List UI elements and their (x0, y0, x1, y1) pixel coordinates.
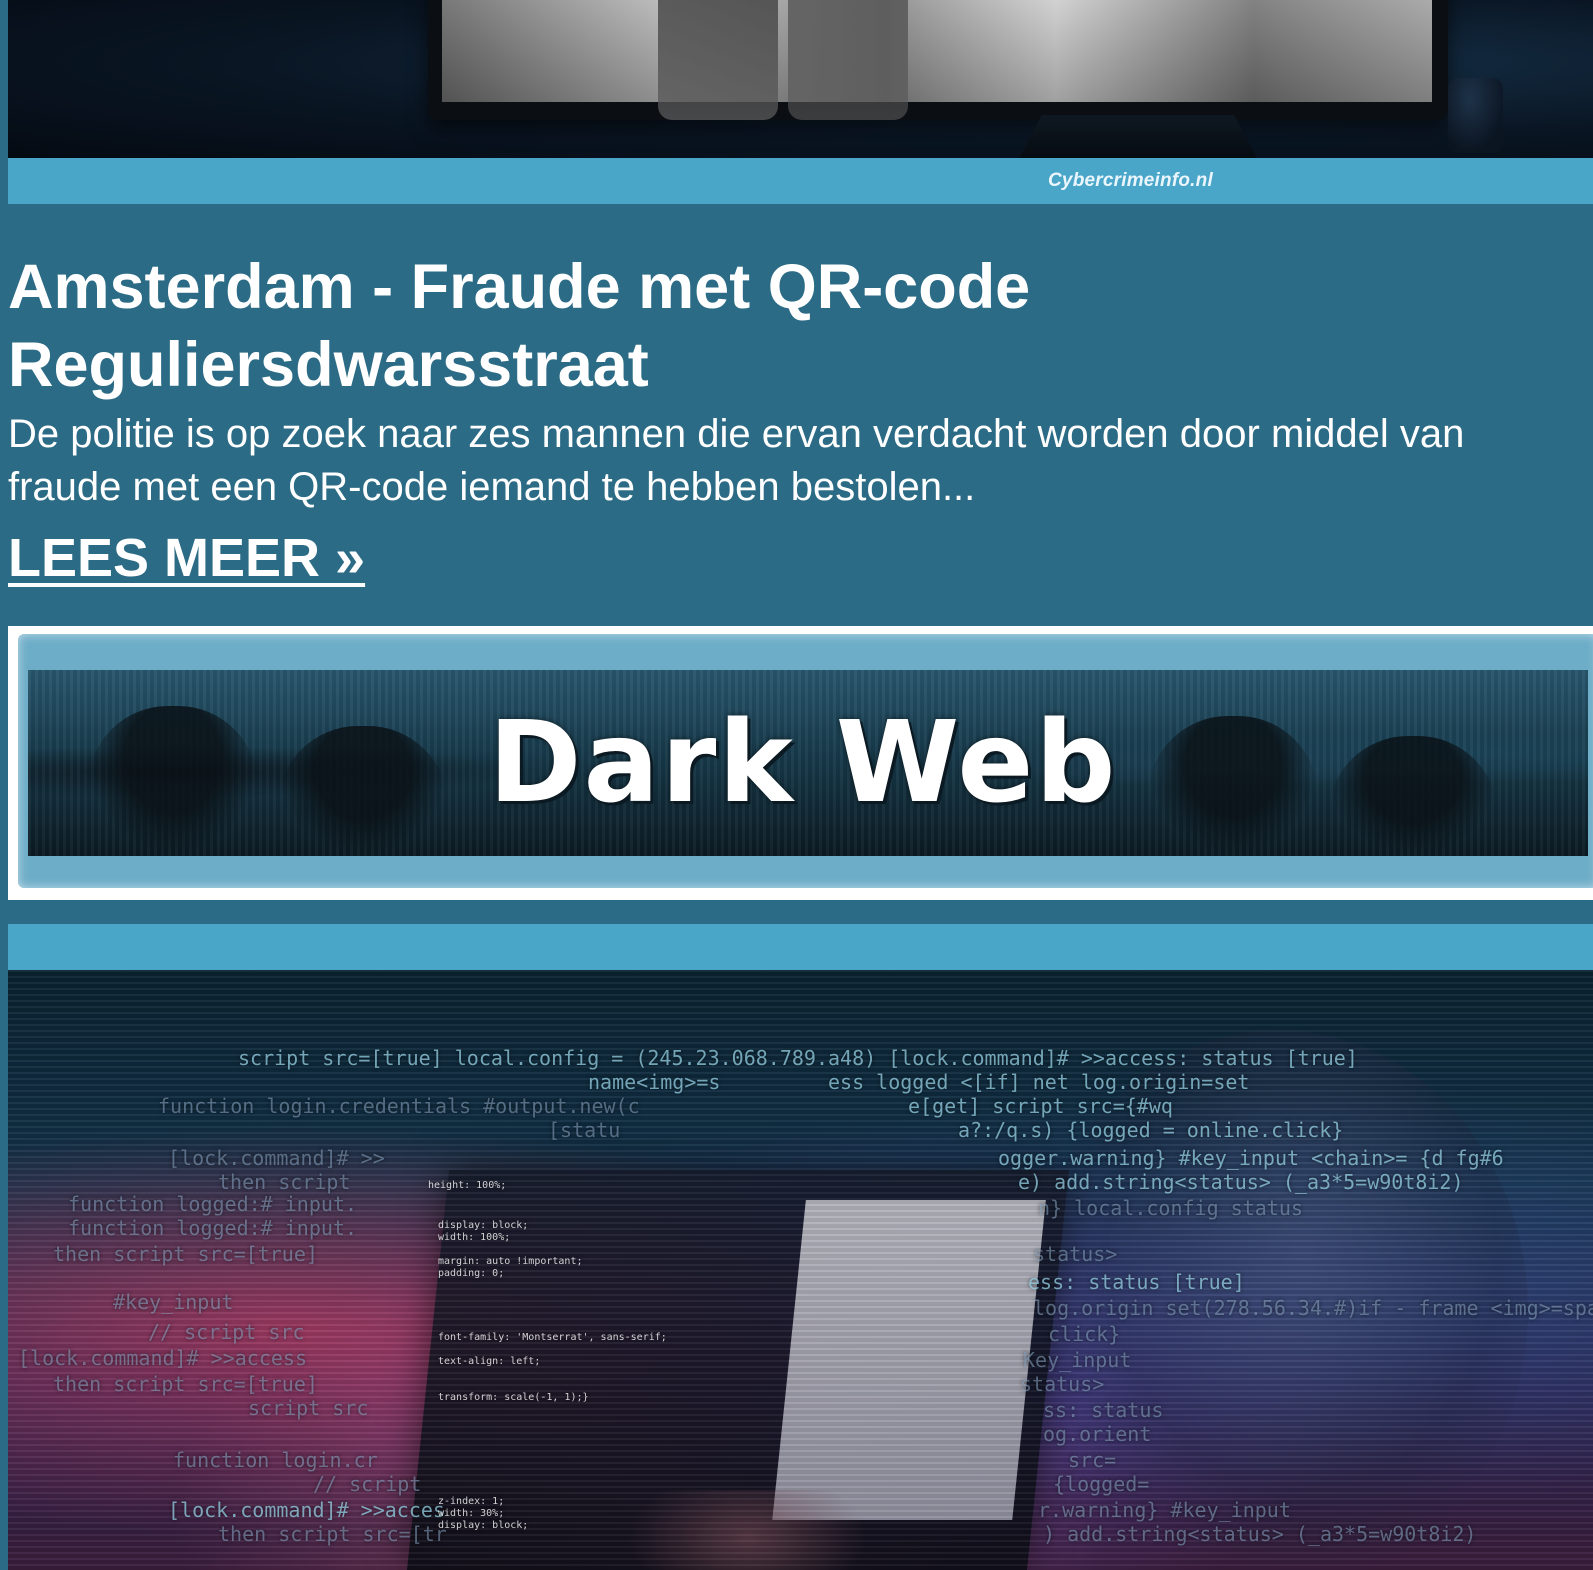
article-title[interactable]: Amsterdam - Fraude met QR-code Reguliers… (8, 248, 1128, 404)
code-line: [lock.command]# >>access (18, 1346, 307, 1370)
code-line: n} local.config status (1038, 1196, 1303, 1220)
code-line: // script src (148, 1320, 305, 1344)
code-line: ogger.warning} #key_input <chain>= {d fg… (998, 1146, 1504, 1170)
css-line: width: 100%; (438, 1232, 511, 1243)
code-line: log.origin set(278.56.34.#)if - frame <i… (1033, 1296, 1593, 1320)
code-line: then script src=[true] (53, 1242, 318, 1266)
code-line: function logged:# input. (68, 1216, 357, 1240)
code-line: script src (248, 1396, 369, 1420)
code-line: then script (218, 1170, 351, 1194)
hero-figure-legs (788, 0, 908, 120)
hero-monitor (428, 0, 1448, 120)
code-line: src= (1068, 1448, 1117, 1472)
code-line: name<img>=s (588, 1070, 721, 1094)
bottom-caption-bar (8, 924, 1593, 970)
code-line: status> (1020, 1372, 1105, 1396)
css-line: display: block; (438, 1220, 529, 1231)
code-line: e) add.string<status> (_a3*5=w90t8i2) (1018, 1170, 1464, 1194)
code-line: a?:/q.s) {logged = online.click} (958, 1118, 1344, 1142)
code-line: r.warning} #key_input (1038, 1498, 1291, 1522)
hero-monitor-stand (1018, 115, 1258, 158)
hacker-code-image[interactable]: script src=[true] local.config = (245.23… (8, 970, 1593, 1570)
page-content: Cybercrimeinfo.nl Amsterdam - Fraude met… (8, 0, 1593, 1570)
code-line: then script src=[tr (218, 1522, 447, 1546)
person-silhouette (628, 1490, 868, 1570)
banner-title: Dark Web (488, 698, 1118, 828)
code-line: // script (313, 1472, 422, 1496)
code-line: Key_input (1023, 1348, 1132, 1372)
code-line: #key_input (113, 1290, 234, 1314)
css-line: text-align: left; (438, 1356, 541, 1367)
code-line: function login.cr (173, 1448, 378, 1472)
code-line: ) add.string<status> (_a3*5=w90t8i2) (1043, 1522, 1477, 1546)
css-line: z-index: 1; (438, 1496, 505, 1507)
code-line: [statu (548, 1118, 621, 1142)
hero-caption-bar (8, 158, 1593, 204)
code-line: [lock.command]# >>acces (168, 1498, 445, 1522)
code-line: {logged= (1053, 1472, 1150, 1496)
css-line: display: block; (438, 1520, 529, 1531)
css-line: font-family: 'Montserrat', sans-serif; (438, 1332, 667, 1343)
banner-image: Dark Web (28, 670, 1588, 856)
article-teaser: Amsterdam - Fraude met QR-code Reguliers… (8, 248, 1593, 590)
css-line: transform: scale(-1, 1);} (438, 1392, 589, 1403)
code-line: ss: status (1043, 1398, 1164, 1422)
article-excerpt: De politie is op zoek naar zes mannen di… (8, 412, 1465, 509)
code-line: ess logged <[if] net log.origin=set (828, 1070, 1250, 1094)
code-line: function login.credentials #output.new(c (158, 1094, 640, 1118)
code-line: script src=[true] local.config = (245.23… (238, 1046, 1358, 1070)
code-line: function logged:# input. (68, 1192, 357, 1216)
hero-monitor-screen (442, 0, 1432, 102)
banner-frame: Dark Web (18, 634, 1593, 888)
css-line: height: 100%; (428, 1180, 507, 1191)
left-edge-strip (0, 0, 8, 1570)
code-line: [lock.command]# >> (168, 1146, 385, 1170)
code-line: then script src=[true] (53, 1372, 318, 1396)
hero-credit: Cybercrimeinfo.nl (1048, 170, 1213, 191)
code-line: og.orient (1043, 1422, 1152, 1446)
css-line: margin: auto !important; (438, 1256, 583, 1267)
laptop-window (772, 1200, 1046, 1520)
code-line: click} (1048, 1322, 1121, 1346)
code-line: e[get] script src={#wq (908, 1094, 1173, 1118)
dark-web-banner[interactable]: Dark Web (8, 626, 1593, 900)
read-more-link[interactable]: LEES MEER » (8, 526, 365, 590)
css-line: width: 30%; (438, 1508, 505, 1519)
hero-image[interactable] (8, 0, 1593, 158)
css-line: padding: 0; (438, 1268, 505, 1279)
hero-cup (1448, 78, 1503, 153)
code-line: status> (1033, 1242, 1118, 1266)
hero-figure-legs (658, 0, 778, 120)
code-line: ess: status [true] (1028, 1270, 1245, 1294)
